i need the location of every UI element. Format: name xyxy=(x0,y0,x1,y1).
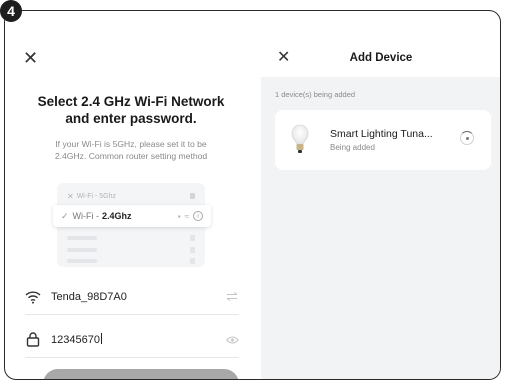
help-line-2: 2.4GHz. Common router setting method xyxy=(54,151,208,161)
lock-icon xyxy=(25,332,41,348)
placeholder-row xyxy=(67,233,195,243)
info-icon: i xyxy=(193,211,203,221)
wifi-row-24g: ✓ Wi-Fi - 2.4Ghz ▪ ≈ i xyxy=(53,205,211,227)
wifi-24g-prefix: Wi-Fi - xyxy=(72,211,100,221)
light-bulb-icon xyxy=(291,124,309,154)
password-field[interactable]: 12345670 xyxy=(25,322,239,358)
close-icon[interactable]: ✕ xyxy=(23,49,38,67)
placeholder-row xyxy=(67,256,195,266)
check-icon: ✓ xyxy=(61,210,69,221)
add-device-title: Add Device xyxy=(349,52,413,64)
next-button[interactable]: Next xyxy=(43,369,239,379)
title-line-1: Select 2.4 GHz Wi-Fi Network xyxy=(37,94,225,109)
page-title: Select 2.4 GHz Wi-Fi Network and enter p… xyxy=(15,93,247,127)
wifi-5g-label: Wi-Fi - 5Ghz xyxy=(76,192,116,200)
wifi-icon: ≈ xyxy=(184,211,189,221)
text-caret xyxy=(100,333,102,344)
device-status: Being added xyxy=(330,143,375,152)
eye-icon[interactable] xyxy=(225,334,239,346)
add-device-header: ✕ Add Device xyxy=(261,39,500,77)
help-text: If your Wi-Fi is 5GHz, please set it to … xyxy=(23,138,239,162)
loading-spinner-icon xyxy=(460,131,474,145)
password-input[interactable]: 12345670 xyxy=(51,333,225,346)
wifi-24g-label: 2.4Ghz xyxy=(102,211,132,221)
ssid-value: Tenda_98D7A0 xyxy=(51,290,127,303)
phone-frame: ✕ Select 2.4 GHz Wi-Fi Network and enter… xyxy=(4,10,501,380)
add-device-pane: ✕ Add Device 1 device(s) being added Sma… xyxy=(261,39,500,379)
cross-icon: ✕ xyxy=(67,191,74,201)
switch-arrows-icon[interactable] xyxy=(225,291,239,303)
title-line-2: and enter password. xyxy=(65,111,197,126)
password-value: 12345670 xyxy=(51,334,100,346)
device-card[interactable]: Smart Lighting Tuna... Being added xyxy=(275,110,491,170)
device-count-text: 1 device(s) being added xyxy=(275,90,356,99)
placeholder-row xyxy=(67,245,195,255)
wifi-row-5g: ✕ Wi-Fi - 5Ghz xyxy=(67,190,195,202)
wifi-icon xyxy=(25,289,41,305)
device-name: Smart Lighting Tuna... xyxy=(330,128,433,140)
ssid-field[interactable]: Tenda_98D7A0 xyxy=(25,279,239,315)
wifi-setup-pane: ✕ Select 2.4 GHz Wi-Fi Network and enter… xyxy=(15,21,247,379)
step-number: 4 xyxy=(7,3,15,19)
wifi-illustration: ✕ Wi-Fi - 5Ghz ✓ Wi-Fi - 2.4Ghz ▪ ≈ i xyxy=(53,183,211,267)
help-line-1: If your Wi-Fi is 5GHz, please set it to … xyxy=(55,139,207,149)
lock-icon: ▪ xyxy=(177,211,181,221)
step-badge: 4 xyxy=(0,0,22,22)
lock-icon xyxy=(190,193,195,199)
